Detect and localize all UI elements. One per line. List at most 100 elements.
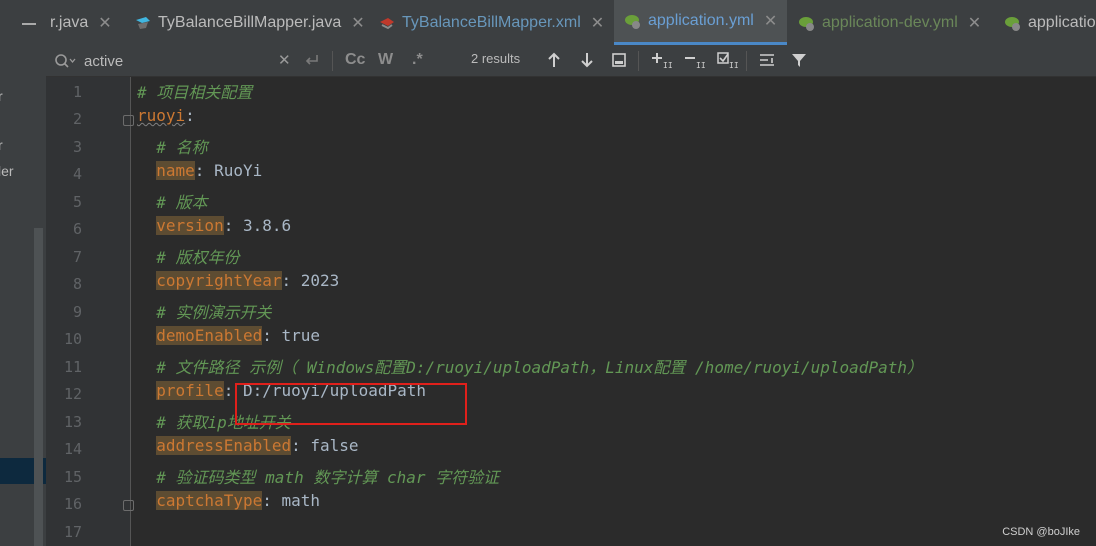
add-occurrence-icon[interactable]: II xyxy=(650,49,672,71)
yaml-key: ruoyi xyxy=(137,106,186,125)
find-bar: ✕ Cc W .* 2 results II II II xyxy=(46,45,1096,77)
code-comment: # 实例演示开关 xyxy=(137,303,272,322)
yaml-value: RuoYi xyxy=(214,161,263,180)
match-case-button[interactable]: Cc xyxy=(345,49,365,71)
line-number: 8 xyxy=(72,275,82,293)
line-number: 16 xyxy=(63,495,82,513)
project-tree-item[interactable]: r xyxy=(0,137,3,153)
code-line: # 版权年份 xyxy=(137,244,240,271)
code-comment: # 文件路径 示例（ Windows配置D:/ruoyi/uploadPath，… xyxy=(137,358,923,377)
line-number: 14 xyxy=(63,440,82,458)
line-number: 17 xyxy=(63,523,82,541)
minimize-icon[interactable] xyxy=(22,23,36,25)
line-number: 11 xyxy=(63,358,82,376)
close-icon[interactable]: ✕ xyxy=(351,13,364,33)
line-number: 4 xyxy=(72,165,82,183)
line-number: 9 xyxy=(72,303,82,321)
project-tree-item[interactable]: r xyxy=(0,88,3,104)
fold-marker-icon[interactable] xyxy=(123,500,134,511)
yaml-separator: : xyxy=(185,106,195,125)
tab-tybalancebillmapper-java[interactable]: TyBalanceBillMapper.java ✕ xyxy=(134,0,365,45)
tab-label: r.java xyxy=(50,13,89,31)
remove-occurrence-icon[interactable]: II xyxy=(683,49,705,71)
fold-marker-icon[interactable] xyxy=(123,115,134,126)
separator xyxy=(332,51,333,71)
close-icon[interactable]: ✕ xyxy=(968,13,981,33)
code-comment: # 版权年份 xyxy=(137,248,240,267)
line-number: 1 xyxy=(72,83,82,101)
tab-tybalancebillmapper-xml[interactable]: TyBalanceBillMapper.xml ✕ xyxy=(378,0,604,45)
close-icon[interactable]: ✕ xyxy=(591,13,604,33)
filter-lines-icon[interactable] xyxy=(758,49,778,71)
line-number: 2 xyxy=(72,110,82,128)
yaml-key: name xyxy=(156,161,195,180)
search-field xyxy=(54,48,374,74)
code-line: # 版本 xyxy=(137,189,207,216)
code-line: # 验证码类型 math 数字计算 char 字符验证 xyxy=(137,464,499,491)
yaml-value: false xyxy=(310,436,359,455)
spring-yaml-icon xyxy=(624,12,642,30)
yaml-key: captchaType xyxy=(156,491,263,510)
line-number: 7 xyxy=(72,248,82,266)
close-icon[interactable]: ✕ xyxy=(98,13,111,33)
tab-label: TyBalanceBillMapper.java xyxy=(158,13,342,31)
regex-button[interactable]: .* xyxy=(412,49,423,71)
code-editor[interactable]: # 项目相关配置 ruoyi: # 名称 name: RuoYi # 版本 ve… xyxy=(137,77,1096,546)
svg-text:II: II xyxy=(729,61,738,69)
select-all-occurrences-check-icon[interactable]: II xyxy=(716,49,738,71)
yaml-key: addressEnabled xyxy=(156,436,292,455)
code-line: version: 3.8.6 xyxy=(137,216,291,243)
tab-label: TyBalanceBillMapper.xml xyxy=(402,13,581,31)
arrow-down-icon[interactable] xyxy=(579,49,595,71)
editor-tab-bar: r.java ✕ TyBalanceBillMapper.java ✕ TyBa… xyxy=(46,0,1096,46)
svg-text:II: II xyxy=(663,61,672,69)
separator xyxy=(638,51,639,71)
code-line: copyrightYear: 2023 xyxy=(137,271,339,298)
search-icon[interactable] xyxy=(54,53,76,69)
yaml-separator: : xyxy=(262,491,282,510)
project-panel: r r ler xyxy=(0,0,47,546)
tab-mapper-java-partial[interactable]: r.java ✕ xyxy=(50,0,112,45)
project-tree-item[interactable]: ler xyxy=(0,163,14,179)
search-input[interactable] xyxy=(82,51,266,71)
yaml-separator: : xyxy=(281,271,301,290)
tab-label: application.yml xyxy=(648,12,754,29)
code-line: captchaType: math xyxy=(137,491,320,518)
yaml-key: version xyxy=(156,216,224,235)
tab-application-yml[interactable]: application.yml ✕ xyxy=(614,0,788,45)
tab-application-dev-yml[interactable]: application-dev.yml ✕ xyxy=(798,0,981,45)
yaml-value: 2023 xyxy=(300,271,340,290)
separator xyxy=(746,51,747,71)
code-line: ruoyi: xyxy=(137,106,195,133)
yaml-key: copyrightYear xyxy=(156,271,282,290)
yaml-value: math xyxy=(281,491,321,510)
line-number: 12 xyxy=(63,385,82,403)
arrow-up-icon[interactable] xyxy=(546,49,562,71)
yaml-key: profile xyxy=(156,381,224,400)
project-panel-scrollbar[interactable] xyxy=(34,228,43,546)
mapper-interface-icon xyxy=(134,14,152,32)
watermark: CSDN @boJIke xyxy=(1002,526,1080,538)
tab-label: application-dev.yml xyxy=(822,13,958,31)
line-number: 3 xyxy=(72,138,82,156)
code-line: demoEnabled: true xyxy=(137,326,320,353)
whole-words-button[interactable]: W xyxy=(378,49,393,71)
tab-label: applicatio xyxy=(1028,13,1096,31)
close-icon[interactable]: ✕ xyxy=(764,11,777,31)
code-comment: # 项目相关配置 xyxy=(137,83,253,102)
tab-application-partial[interactable]: applicatio xyxy=(1004,0,1096,45)
code-line: name: RuoYi xyxy=(137,161,262,188)
mybatis-xml-icon xyxy=(378,14,396,32)
code-line: # 文件路径 示例（ Windows配置D:/ruoyi/uploadPath，… xyxy=(137,354,923,381)
svg-text:II: II xyxy=(696,61,705,69)
new-line-icon[interactable] xyxy=(304,49,320,71)
line-number-gutter[interactable]: 1 2 3 4 5 6 7 8 9 10 11 12 13 14 15 16 1… xyxy=(46,77,134,546)
select-all-occurrences-icon[interactable] xyxy=(611,49,627,71)
line-number: 10 xyxy=(63,330,82,348)
spring-yaml-icon xyxy=(1004,14,1022,32)
search-results-count: 2 results xyxy=(471,51,521,66)
annotation-highlight-box xyxy=(235,383,467,425)
clear-search-icon[interactable]: ✕ xyxy=(278,49,291,71)
filter-icon[interactable] xyxy=(790,49,808,71)
yaml-separator: : xyxy=(291,436,311,455)
